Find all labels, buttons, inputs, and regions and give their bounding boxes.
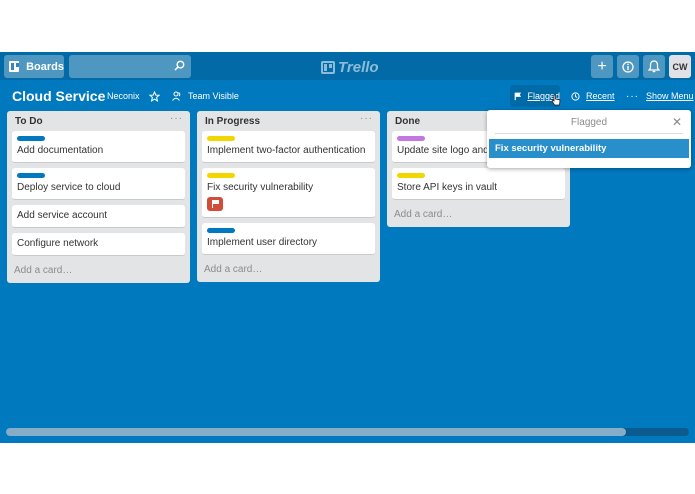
add-button[interactable]: +	[591, 55, 613, 78]
show-menu-button[interactable]: ··· Show Menu	[626, 86, 694, 106]
bell-icon	[648, 60, 660, 73]
add-card-button[interactable]: Add a card…	[387, 205, 570, 227]
star-button[interactable]	[149, 86, 160, 106]
visibility-button[interactable]: Team Visible	[172, 86, 239, 106]
list-in-progress: In Progress ··· Implement two-factor aut…	[197, 111, 380, 282]
card[interactable]: Fix security vulnerability	[202, 168, 375, 218]
flagged-popover: Flagged ✕ Fix security vulnerability	[487, 110, 691, 168]
card-title: Add service account	[17, 210, 108, 221]
visibility-label: Team Visible	[188, 91, 239, 101]
list-menu-icon[interactable]: ···	[170, 113, 183, 124]
search-input[interactable]	[69, 55, 191, 78]
board-canvas: Boards Trello + CW Cloud Service Neconix…	[0, 52, 695, 443]
card-title: Store API keys in vault	[397, 182, 498, 193]
info-button[interactable]	[617, 55, 639, 78]
logo-text: Trello	[338, 58, 379, 76]
recent-label: Recent	[586, 91, 615, 101]
list-title[interactable]: In Progress	[205, 116, 260, 127]
popover-title: Flagged	[570, 117, 608, 128]
add-card-button[interactable]: Add a card…	[7, 261, 190, 283]
list-menu-icon[interactable]: ···	[360, 113, 373, 124]
card-label	[397, 173, 425, 178]
card[interactable]: Implement two-factor authentication	[202, 131, 375, 163]
card-title: Configure network	[17, 238, 99, 249]
notifications-button[interactable]	[643, 55, 665, 78]
boards-label: Boards	[26, 60, 64, 73]
card-title: Add documentation	[17, 145, 104, 156]
plus-icon: +	[597, 57, 607, 75]
ellipsis-icon: ···	[626, 90, 639, 102]
recent-button[interactable]: Recent	[571, 86, 615, 106]
trello-logo-icon	[321, 60, 335, 74]
flag-icon	[514, 92, 522, 101]
trello-logo[interactable]: Trello	[321, 57, 379, 77]
card[interactable]: Store API keys in vault	[392, 168, 565, 200]
card[interactable]: Add documentation	[12, 131, 185, 163]
flagged-item[interactable]: Fix security vulnerability	[489, 139, 689, 158]
list-title[interactable]: Done	[395, 116, 420, 127]
horizontal-scrollbar-thumb[interactable]	[6, 428, 626, 436]
card[interactable]: Configure network	[12, 233, 185, 256]
list-to-do: To Do ··· Add documentation Deploy servi…	[7, 111, 190, 283]
search-icon[interactable]	[174, 60, 185, 71]
clock-icon	[571, 91, 580, 101]
close-icon[interactable]: ✕	[672, 115, 682, 129]
boards-button[interactable]: Boards	[4, 55, 64, 78]
flag-badge-icon	[207, 197, 223, 211]
card-title: Fix security vulnerability	[207, 182, 314, 193]
list-title[interactable]: To Do	[15, 116, 43, 127]
avatar[interactable]: CW	[669, 55, 691, 78]
team-name[interactable]: Neconix	[107, 86, 140, 106]
star-icon	[149, 90, 160, 102]
card-label	[17, 136, 45, 141]
card[interactable]: Deploy service to cloud	[12, 168, 185, 200]
popover-divider	[495, 133, 683, 134]
card-title: Deploy service to cloud	[17, 182, 121, 193]
show-menu-label: Show Menu	[646, 91, 694, 101]
list-header[interactable]: In Progress ···	[197, 111, 380, 131]
card-label	[17, 173, 45, 178]
app-header: Boards Trello + CW	[0, 52, 695, 80]
card-label	[207, 173, 235, 178]
card[interactable]: Implement user directory	[202, 223, 375, 255]
card-label	[207, 136, 235, 141]
list-header[interactable]: To Do ···	[7, 111, 190, 131]
add-card-button[interactable]: Add a card…	[197, 260, 380, 282]
card[interactable]: Add service account	[12, 205, 185, 228]
card-label	[207, 228, 235, 233]
team-icon	[172, 91, 181, 101]
hand-cursor-icon	[551, 94, 561, 106]
card-title: Implement two-factor authentication	[207, 145, 366, 156]
card-label	[397, 136, 425, 141]
board-icon	[9, 61, 20, 72]
board-title[interactable]: Cloud Service	[12, 86, 105, 106]
info-icon	[622, 60, 634, 73]
card-title: Implement user directory	[207, 237, 318, 248]
